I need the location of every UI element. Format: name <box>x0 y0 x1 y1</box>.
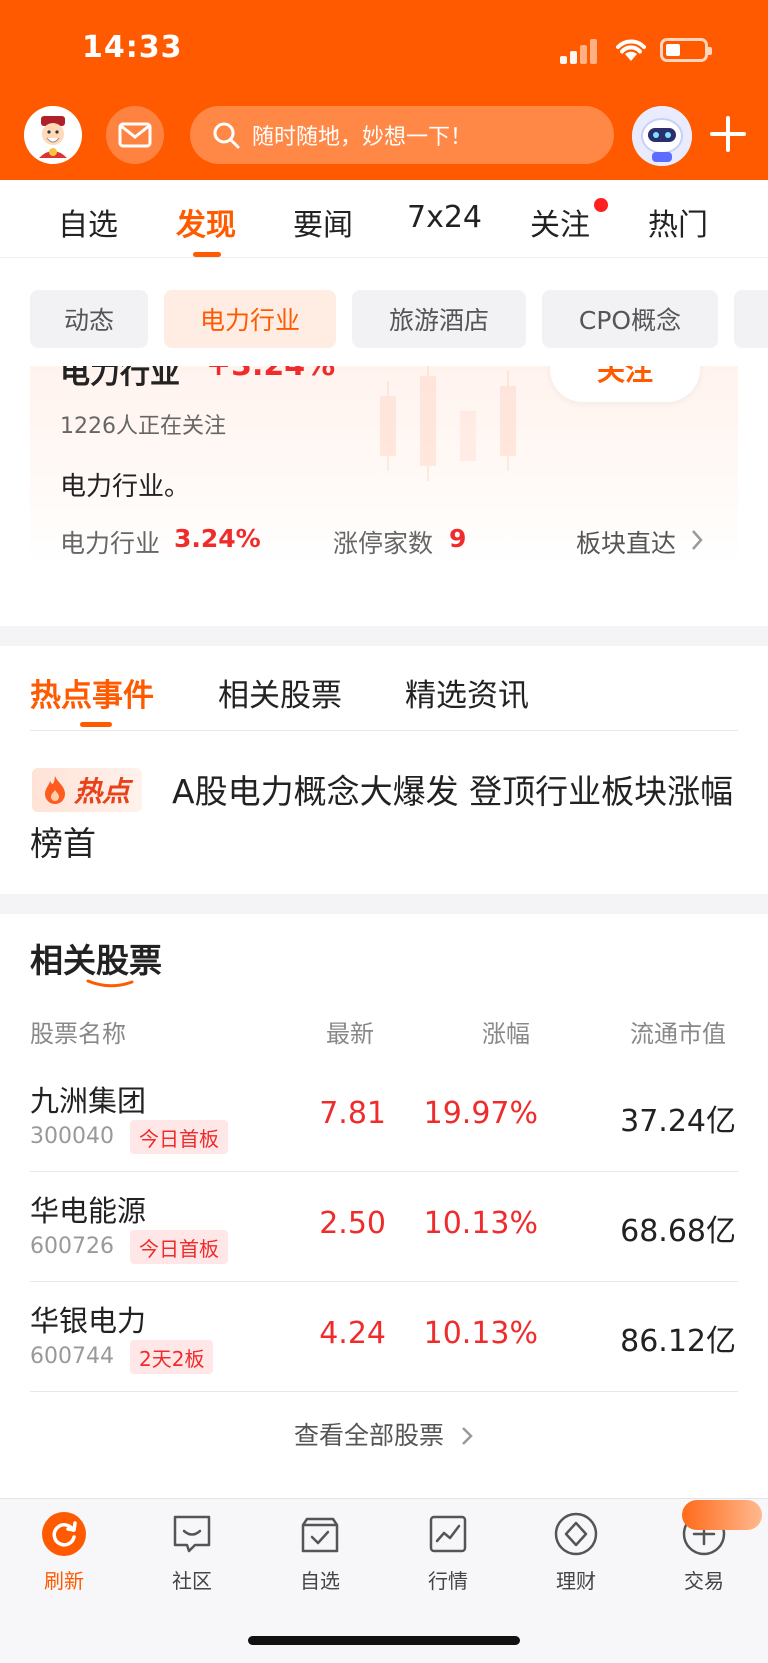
stock-name: 华银电力 <box>30 1304 147 1338</box>
tab-discover[interactable]: 发现 <box>176 200 236 244</box>
nav-label: 行情 <box>428 1569 468 1593</box>
title-underline-decoration <box>86 979 134 988</box>
nav-label: 社区 <box>172 1569 212 1593</box>
wifi-icon <box>616 39 646 61</box>
chip-more[interactable] <box>734 290 768 348</box>
related-stocks-title: 相关股票 <box>30 941 162 980</box>
followers-count: 1226人正在关注 <box>60 414 226 439</box>
events-tab-indicator <box>80 722 112 727</box>
tab-hot[interactable]: 热门 <box>648 200 708 244</box>
stock-change: 10.13% <box>423 1206 538 1241</box>
chevron-right-icon <box>692 530 703 550</box>
chip-cpo-concept[interactable]: CPO概念 <box>542 290 718 348</box>
stock-market-cap: 37.24亿 <box>620 1104 736 1139</box>
table-row[interactable]: 华银电力 600744 2天2板 4.24 10.13% 86.12亿 <box>0 1282 768 1392</box>
app-header: 14:33 随时随地，妙想一下！ <box>0 0 768 180</box>
follow-button[interactable]: 关注 <box>550 366 700 402</box>
stock-name: 九洲集团 <box>30 1084 147 1118</box>
tab-following[interactable]: 关注 <box>530 200 590 244</box>
nav-market[interactable]: 行情 <box>398 1511 498 1594</box>
tab-news[interactable]: 要闻 <box>293 200 353 244</box>
col-stock-name: 股票名称 <box>30 1020 126 1048</box>
diamond-icon <box>554 1512 598 1556</box>
stat-sector-change: 3.24% <box>174 524 261 553</box>
stock-tag: 今日首板 <box>130 1230 228 1264</box>
table-row[interactable]: 华电能源 600726 今日首板 2.50 10.13% 68.68亿 <box>0 1172 768 1282</box>
home-indicator <box>248 1636 520 1645</box>
stat-limit-up-count: 9 <box>449 524 467 553</box>
stat-sector-name: 电力行业 <box>60 529 161 558</box>
cellular-signal-icon <box>560 38 600 64</box>
tab-watchlist[interactable]: 自选 <box>58 200 118 244</box>
sector-chip-bar: 动态 电力行业 旅游酒店 CPO概念 <box>0 258 768 366</box>
nav-community[interactable]: 社区 <box>142 1511 242 1594</box>
sector-description: 电力行业。 <box>60 472 191 502</box>
tab-hot-events[interactable]: 热点事件 <box>30 670 154 715</box>
battery-icon <box>660 38 712 62</box>
chip-travel-hotel[interactable]: 旅游酒店 <box>352 290 526 348</box>
mail-icon <box>118 122 152 148</box>
mascot-avatar-icon[interactable] <box>24 106 82 164</box>
stock-change: 19.97% <box>423 1096 538 1131</box>
view-all-stocks-link[interactable]: 查看全部股票 <box>0 1416 768 1452</box>
chip-feed[interactable]: 动态 <box>30 290 148 348</box>
stock-market-cap: 86.12亿 <box>620 1324 736 1359</box>
stock-tag: 2天2板 <box>130 1340 214 1374</box>
plus-icon[interactable] <box>706 112 750 156</box>
tab-selected-news[interactable]: 精选资讯 <box>405 670 529 715</box>
nav-refresh[interactable]: 刷新 <box>14 1511 114 1594</box>
top-tab-bar: 自选 发现 要闻 7x24 关注 热门 <box>0 180 768 258</box>
sector-name: 电力行业 <box>60 366 180 391</box>
nav-label: 自选 <box>300 1569 340 1593</box>
candlestick-decoration <box>380 366 516 481</box>
stock-price: 4.24 <box>319 1316 386 1351</box>
nav-label: 交易 <box>684 1569 724 1593</box>
tab-related-stocks[interactable]: 相关股票 <box>218 670 342 715</box>
active-tab-indicator <box>193 252 221 257</box>
nav-label: 理财 <box>556 1569 596 1593</box>
stock-price: 2.50 <box>319 1206 386 1241</box>
stock-price: 7.81 <box>319 1096 386 1131</box>
divider <box>30 1391 738 1392</box>
stock-name: 华电能源 <box>30 1194 147 1228</box>
stock-code: 300040 <box>30 1124 114 1149</box>
chart-icon <box>429 1515 467 1553</box>
col-latest: 最新 <box>326 1020 374 1048</box>
col-change: 涨幅 <box>482 1020 530 1048</box>
refresh-icon <box>42 1512 86 1556</box>
view-all-label: 查看全部股票 <box>294 1421 445 1450</box>
stock-code: 600726 <box>30 1234 114 1259</box>
sector-change: +3.24% <box>206 366 335 383</box>
nav-label: 刷新 <box>44 1569 84 1593</box>
sector-stats: 电力行业 3.24% 涨停家数 9 板块直达 <box>30 524 738 564</box>
floating-assistant-tab[interactable] <box>682 1500 762 1530</box>
tab-7x24[interactable]: 7x24 <box>407 200 482 235</box>
mail-button[interactable] <box>106 106 164 164</box>
search-icon <box>213 122 240 149</box>
notification-dot <box>594 198 608 212</box>
robot-avatar-icon[interactable] <box>632 106 692 166</box>
nav-wealth[interactable]: 理财 <box>526 1511 626 1594</box>
sector-section: 电力行业 +3.24% 关注 1226人正在关注 电力行业。 电力行业 3.24… <box>0 366 768 626</box>
stock-tag: 今日首板 <box>130 1120 228 1154</box>
status-time: 14:33 <box>82 30 183 65</box>
search-placeholder: 随时随地，妙想一下！ <box>252 125 473 150</box>
stock-code: 600744 <box>30 1344 114 1369</box>
search-input[interactable]: 随时随地，妙想一下！ <box>190 106 614 164</box>
event-headline[interactable]: A股电力概念大爆发 登顶行业板块涨幅榜首 <box>30 766 740 870</box>
divider <box>30 730 738 731</box>
stat-limit-up-label: 涨停家数 <box>333 529 434 558</box>
table-row[interactable]: 九洲集团 300040 今日首板 7.81 19.97% 37.24亿 <box>0 1062 768 1172</box>
sector-link[interactable]: 板块直达 <box>576 524 676 560</box>
chat-icon <box>173 1515 211 1553</box>
stock-market-cap: 68.68亿 <box>620 1214 736 1249</box>
stock-change: 10.13% <box>423 1316 538 1351</box>
related-stocks-section: 相关股票 股票名称 最新 涨幅 流通市值 九洲集团 300040 今日首板 7.… <box>0 914 768 1498</box>
nav-watchlist[interactable]: 自选 <box>270 1511 370 1594</box>
events-section: 热点事件 相关股票 精选资讯 热点 A股电力概念大爆发 登顶行业板块涨幅榜首 <box>0 646 768 894</box>
watchlist-icon <box>301 1517 339 1553</box>
col-market-cap: 流通市值 <box>630 1020 726 1048</box>
chip-power-industry[interactable]: 电力行业 <box>164 290 336 348</box>
chevron-right-icon <box>462 1427 473 1445</box>
